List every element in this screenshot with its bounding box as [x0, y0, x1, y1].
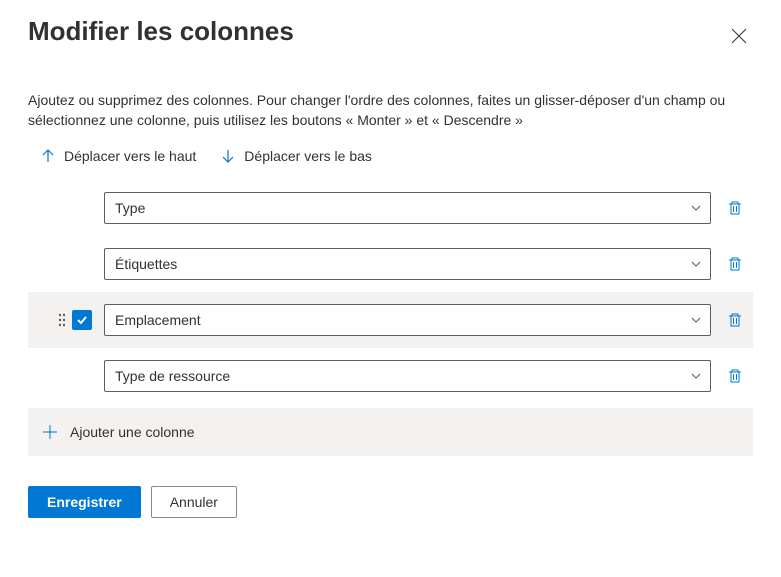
row-checkbox[interactable]: [72, 310, 92, 330]
drag-handle-icon[interactable]: [58, 313, 66, 327]
column-select-value: Type de ressource: [115, 368, 230, 384]
move-toolbar: Déplacer vers le haut Déplacer vers le b…: [28, 144, 753, 180]
chevron-down-icon: [690, 370, 702, 382]
trash-icon: [727, 368, 743, 384]
save-button[interactable]: Enregistrer: [28, 486, 141, 518]
trash-icon: [727, 256, 743, 272]
column-select[interactable]: Type: [104, 192, 711, 224]
panel-description: Ajoutez ou supprimez des colonnes. Pour …: [28, 90, 753, 130]
close-button[interactable]: [725, 22, 753, 50]
add-column-button[interactable]: Ajouter une colonne: [28, 408, 753, 456]
arrow-up-icon: [40, 148, 56, 164]
edit-columns-panel: Modifier les colonnes Ajoutez ou supprim…: [0, 0, 781, 518]
column-row: Type: [28, 180, 753, 236]
chevron-down-icon: [690, 314, 702, 326]
cancel-button[interactable]: Annuler: [151, 486, 237, 518]
column-row: Étiquettes: [28, 236, 753, 292]
arrow-down-icon: [220, 148, 236, 164]
trash-icon: [727, 312, 743, 328]
plus-icon: [42, 424, 58, 440]
panel-footer: Enregistrer Annuler: [28, 486, 753, 518]
delete-column-button[interactable]: [721, 200, 749, 216]
row-handle-area: [28, 310, 94, 330]
move-down-button[interactable]: Déplacer vers le bas: [220, 148, 372, 164]
move-up-label: Déplacer vers le haut: [64, 148, 196, 164]
panel-header: Modifier les colonnes: [28, 16, 753, 50]
column-row: Emplacement: [28, 292, 753, 348]
delete-column-button[interactable]: [721, 312, 749, 328]
column-select-value: Emplacement: [115, 312, 201, 328]
column-select-value: Étiquettes: [115, 256, 177, 272]
close-icon: [731, 28, 747, 44]
check-icon: [75, 313, 89, 327]
chevron-down-icon: [690, 258, 702, 270]
column-select[interactable]: Emplacement: [104, 304, 711, 336]
move-up-button[interactable]: Déplacer vers le haut: [40, 148, 196, 164]
column-select[interactable]: Étiquettes: [104, 248, 711, 280]
column-select-value: Type: [115, 200, 145, 216]
column-row: Type de ressource: [28, 348, 753, 404]
add-column-label: Ajouter une colonne: [70, 424, 195, 440]
panel-title: Modifier les colonnes: [28, 16, 294, 47]
chevron-down-icon: [690, 202, 702, 214]
columns-list: Type Étiquettes: [28, 180, 753, 404]
column-select[interactable]: Type de ressource: [104, 360, 711, 392]
trash-icon: [727, 200, 743, 216]
delete-column-button[interactable]: [721, 256, 749, 272]
move-down-label: Déplacer vers le bas: [244, 148, 372, 164]
delete-column-button[interactable]: [721, 368, 749, 384]
